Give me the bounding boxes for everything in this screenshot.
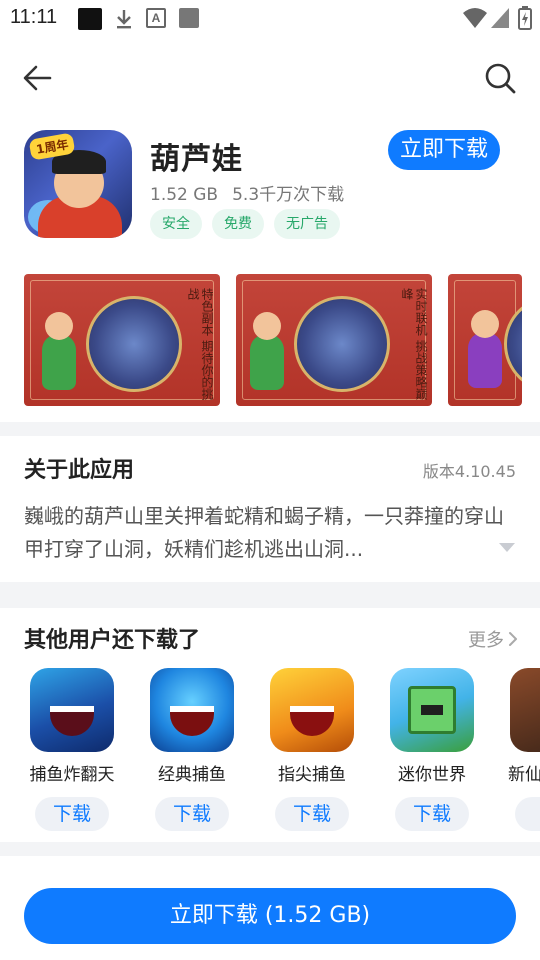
app-version: 版本4.10.45 [422,462,516,481]
bottom-install-button[interactable]: 立即下载 (1.52 GB) [24,888,516,944]
download-button[interactable]: 下载 [155,797,229,831]
tag-free: 免费 [212,209,264,239]
signal-icon [491,8,509,28]
app-title: 葫芦娃 [150,142,243,177]
chevron-right-icon [509,632,517,646]
screenshot-caption: 实时联机 挑战策略巅峰 [400,288,428,400]
recommended-app[interactable]: 经典捕鱼 下载 [140,668,244,831]
tag-safe: 安全 [150,209,202,239]
more-label: 更多 [468,630,504,651]
status-bar: 11:11 A [0,0,540,36]
recommended-app-name: 捕鱼炸翻天 [29,765,115,785]
expand-chevron-icon[interactable] [498,542,516,554]
section-divider [0,582,540,608]
download-button[interactable]: 下载 [395,797,469,831]
back-button[interactable] [18,58,58,98]
notification-icon [78,8,102,30]
search-button[interactable] [480,58,520,98]
also-downloaded-title: 其他用户还下载了 [24,628,201,653]
recommended-app[interactable]: 迷你世界 下载 [380,668,484,831]
tag-no-ads: 无广告 [274,209,340,239]
app-size: 1.52 GB [150,185,219,205]
recommended-app-name: 新仙 [508,765,540,785]
font-icon: A [146,8,166,28]
install-button[interactable]: 立即下载 [388,130,500,170]
fish-game-icon [270,668,354,752]
screenshot-1[interactable]: 特色副本 期待你的挑战 [24,274,220,406]
section-divider [0,842,540,856]
battery-icon [518,6,532,30]
shark-game-icon [150,668,234,752]
screenshot-caption: 特色副本 期待你的挑战 [186,288,214,400]
download-button[interactable]: 下载 [35,797,109,831]
wifi-icon [463,8,487,28]
mini-world-icon [390,668,474,752]
about-title: 关于此应用 [24,458,135,483]
app-icon-image: 1周年 [24,130,132,238]
download-button[interactable] [515,797,540,831]
recommended-app[interactable]: 捕鱼炸翻天 下载 [20,668,124,831]
recommended-app[interactable]: 指尖捕鱼 下载 [260,668,364,831]
xianxia-game-icon [510,668,540,752]
screenshot-carousel[interactable]: 特色副本 期待你的挑战 实时联机 挑战策略巅峰 [24,274,522,406]
fish-game-icon [30,668,114,752]
recommended-apps-row[interactable]: 捕鱼炸翻天 下载 经典捕鱼 下载 指尖捕鱼 下载 迷你世界 下载 新仙 [0,668,540,838]
status-time: 11:11 [10,6,58,28]
app-tags: 安全 免费 无广告 [150,209,340,239]
section-divider [0,422,540,436]
download-icon [117,10,131,29]
app-icon [179,8,199,28]
screenshot-2[interactable]: 实时联机 挑战策略巅峰 [236,274,432,406]
recommended-app[interactable]: 新仙 [500,668,540,831]
screenshot-3[interactable] [448,274,522,406]
about-description[interactable]: 巍峨的葫芦山里关押着蛇精和蝎子精，一只莽撞的穿山甲打穿了山洞，妖精们趁机逃出山洞… [24,500,516,566]
more-link[interactable]: 更多 [468,626,518,652]
recommended-app-name: 迷你世界 [398,765,466,785]
recommended-app-name: 经典捕鱼 [158,765,226,785]
app-meta: 1.52 GB 5.3千万次下载 [150,180,344,205]
download-count: 5.3千万次下载 [232,185,345,205]
download-button[interactable]: 下载 [275,797,349,831]
recommended-app-name: 指尖捕鱼 [278,765,346,785]
